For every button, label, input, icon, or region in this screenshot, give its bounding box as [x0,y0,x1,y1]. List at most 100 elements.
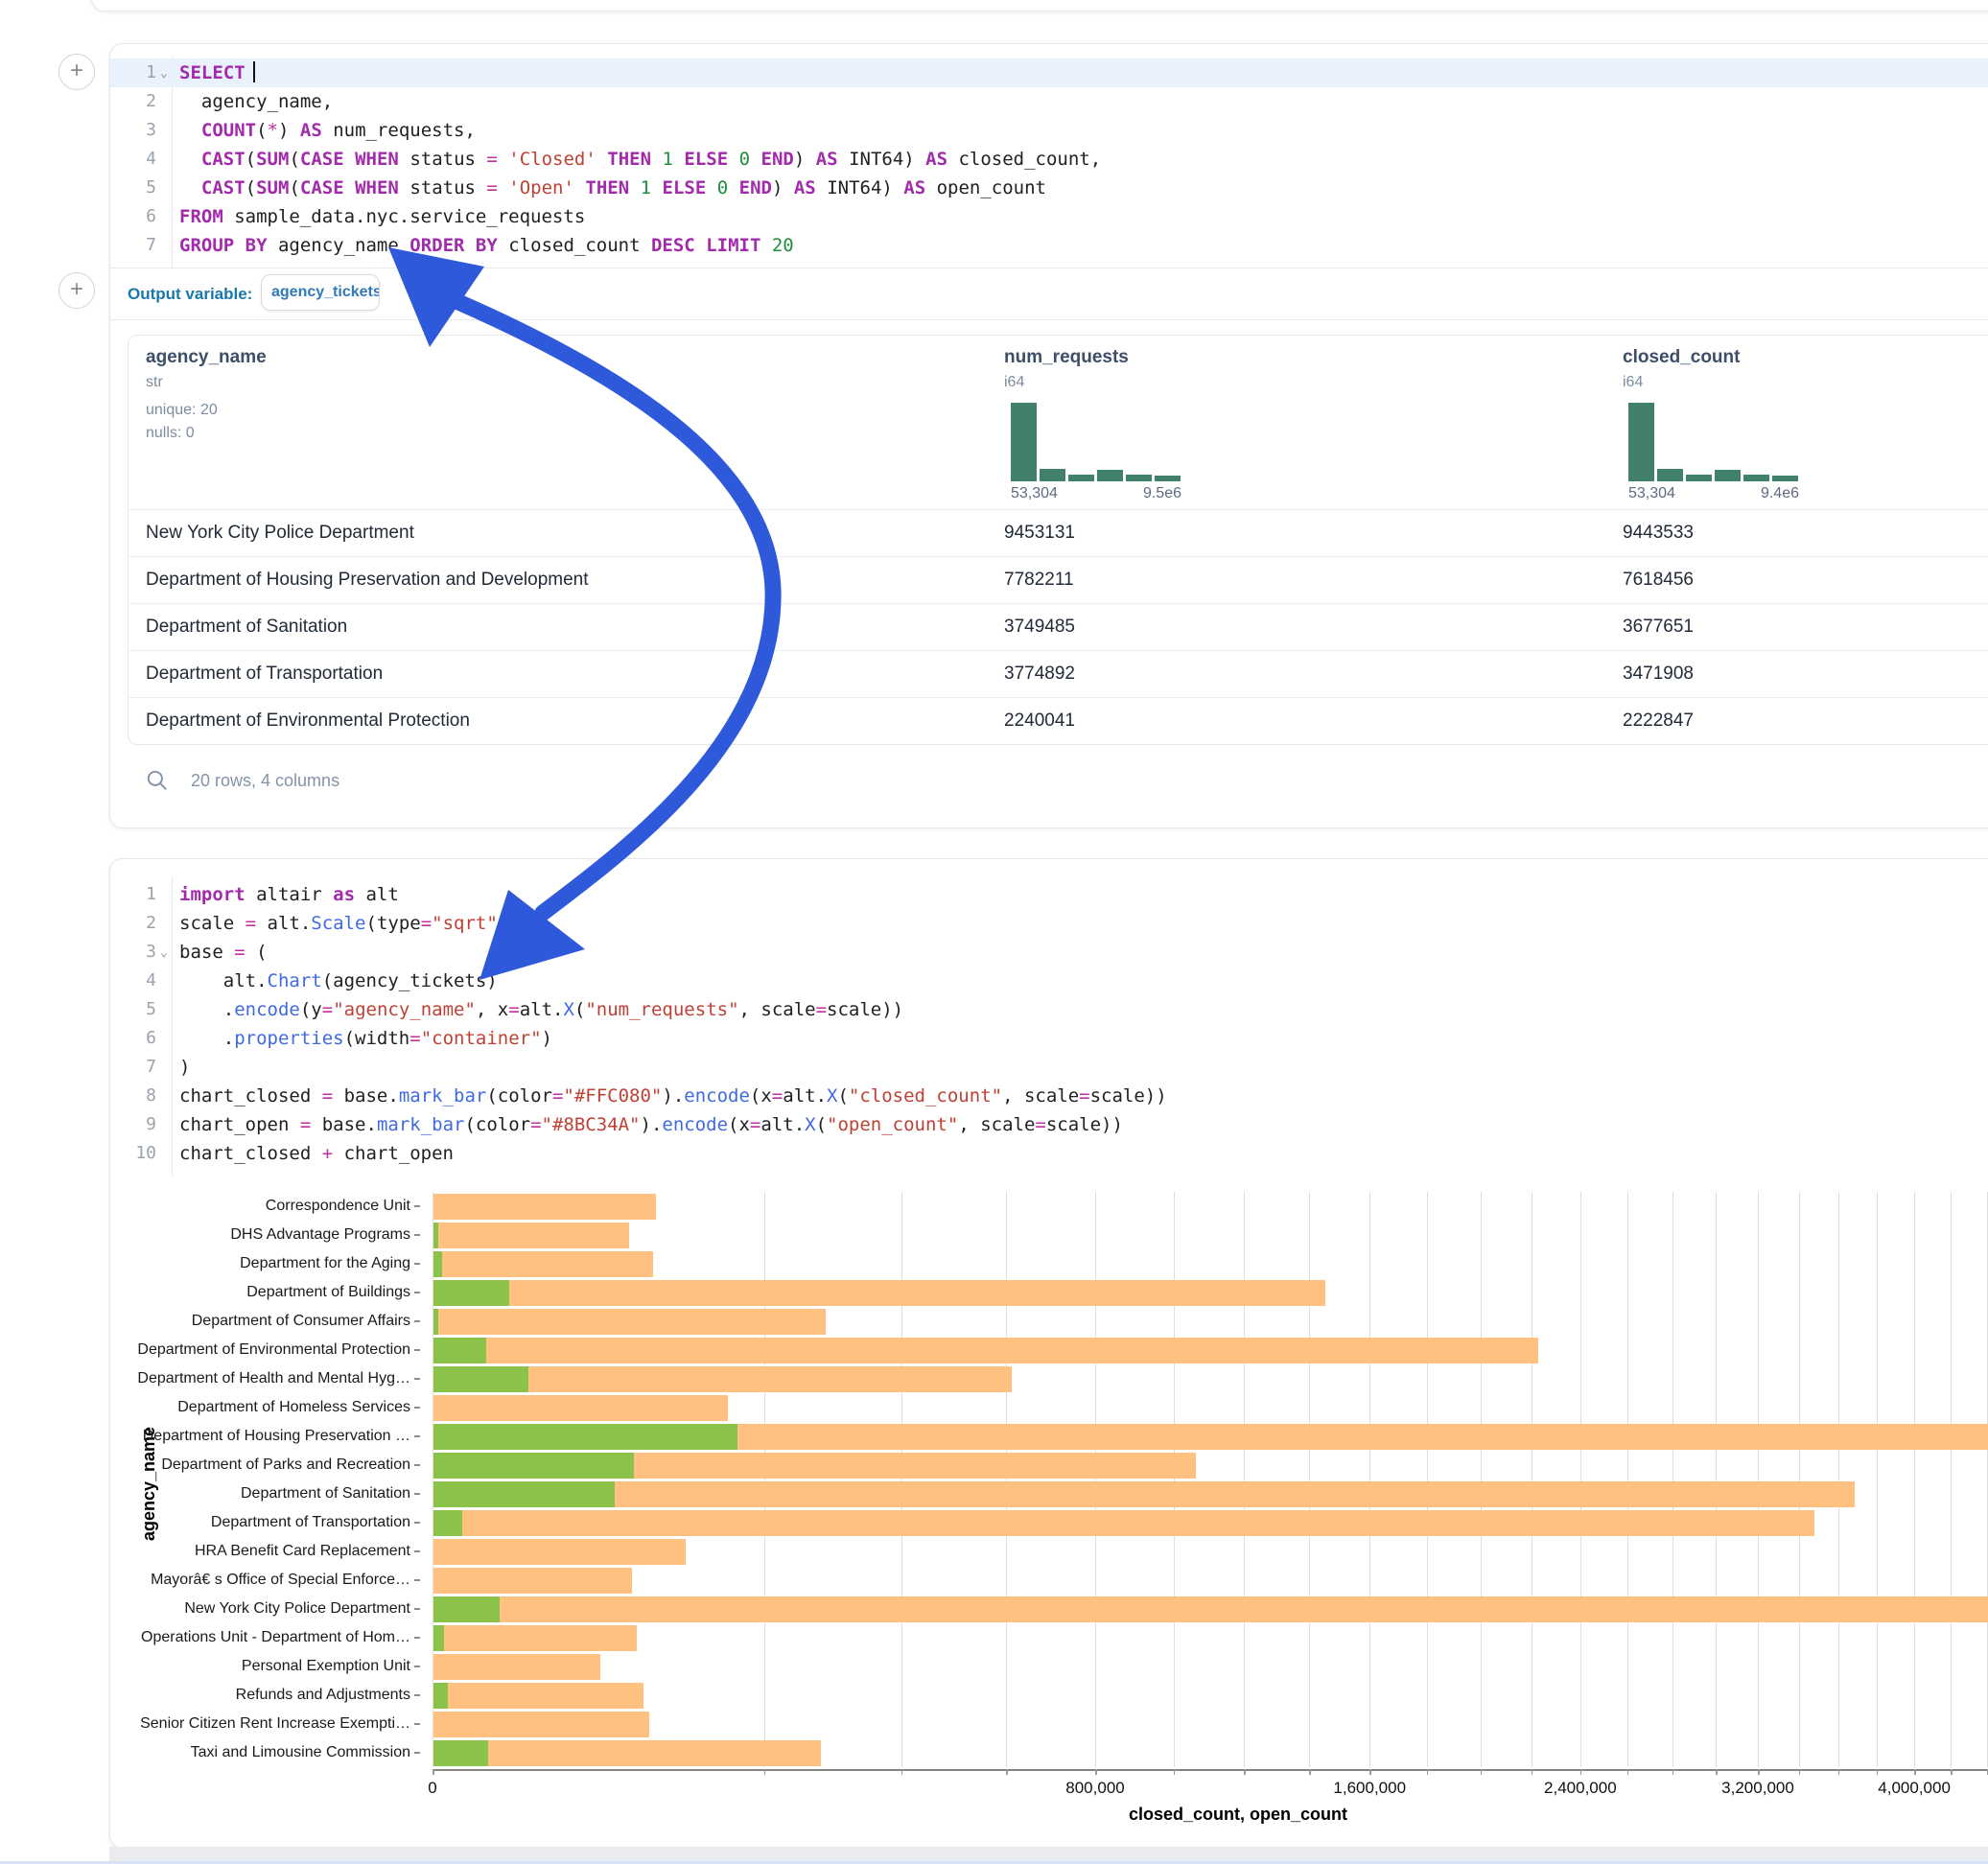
code-text[interactable]: GROUP BY agency_name ORDER BY closed_cou… [179,231,794,260]
x-axis-tick [1095,1769,1097,1775]
y-axis-label: Department of Sanitation [120,1480,420,1508]
closed_count-bar [433,1223,629,1248]
code-text[interactable]: ) [179,1053,190,1082]
closed_count-bar [433,1596,1988,1622]
y-axis-label: Department of Housing Preservation … [120,1422,420,1451]
python-line-2[interactable]: 2scale = alt.Scale(type="sqrt") [110,909,1988,938]
code-text[interactable]: .encode(y="agency_name", x=alt.X("num_re… [179,995,903,1024]
code-text[interactable]: .properties(width="container") [179,1024,552,1053]
y-axis-tick [414,1608,420,1610]
python-line-9[interactable]: 9chart_open = base.mark_bar(color="#8BC3… [110,1110,1988,1139]
x-axis-label: 1,600,000 [1333,1779,1406,1798]
python-line-4[interactable]: 4 alt.Chart(agency_tickets) [110,967,1988,995]
table-row[interactable]: Department of Sanitation37494853677651 [129,603,1988,651]
sql-line-5[interactable]: 5 CAST(SUM(CASE WHEN status = 'Open' THE… [110,174,1988,202]
x-axis-tick [1427,1769,1429,1775]
gridline [1369,1192,1370,1767]
python-line-1[interactable]: 1 import altair as alt [110,880,1988,909]
y-axis-label: Department of Parks and Recreation [120,1451,420,1480]
python-line-10[interactable]: 10 chart_closed + chart_open [110,1139,1988,1168]
x-axis-label: 4,000,000 [1878,1779,1951,1798]
sql-line-4[interactable]: 4 CAST(SUM(CASE WHEN status = 'Closed' T… [110,145,1988,174]
add-cell-button-middle[interactable]: + [58,272,95,309]
code-text[interactable]: import altair as alt [179,880,399,909]
code-text[interactable]: CAST(SUM(CASE WHEN status = 'Open' THEN … [179,174,1046,202]
code-text[interactable]: COUNT(*) AS num_requests, [179,116,476,145]
closed_count-bar [433,1338,1538,1363]
code-text[interactable]: FROM sample_data.nyc.service_requests [179,202,585,231]
closed_count-bar [433,1740,821,1766]
y-axis-tick [414,1752,420,1754]
x-axis-tick [1309,1769,1311,1775]
open_count-bar [433,1683,448,1709]
code-text[interactable]: CAST(SUM(CASE WHEN status = 'Closed' THE… [179,145,1101,174]
line-number: 10 [110,1139,156,1168]
y-axis-label: New York City Police Department [120,1595,420,1623]
table-row[interactable]: Department of Environmental Protection22… [129,697,1988,745]
code-text[interactable]: chart_closed + chart_open [179,1139,454,1168]
python-line-7[interactable]: 7) [110,1053,1988,1082]
code-text[interactable]: SELECT [179,58,255,87]
python-code-editor[interactable]: 1 import altair as alt2scale = alt.Scale(… [110,880,1988,1168]
fold-caret-icon[interactable]: ⌄ [160,59,168,88]
line-number: 1 [110,880,156,909]
code-text[interactable]: alt.Chart(agency_tickets) [179,967,498,995]
fold-caret-icon[interactable]: ⌄ [160,939,168,967]
gridline [1758,1192,1759,1767]
sql-line-1[interactable]: 1⌄ SELECT [110,58,1988,87]
line-number: 2 [110,87,156,116]
python-line-6[interactable]: 6 .properties(width="container") [110,1024,1988,1053]
column-header-num-requests[interactable]: num_requests [1004,347,1129,368]
histogram-bar [1040,469,1065,481]
x-axis-label: 800,000 [1065,1779,1124,1798]
column-header-agency-name[interactable]: agency_name [146,347,267,368]
python-line-8[interactable]: 8chart_closed = base.mark_bar(color="#FF… [110,1082,1988,1110]
table-row[interactable]: New York City Police Department945313194… [129,509,1988,557]
line-number: 4 [110,967,156,995]
python-line-5[interactable]: 5 .encode(y="agency_name", x=alt.X("num_… [110,995,1988,1024]
sql-code-editor[interactable]: 1⌄SELECT2 agency_name,3 COUNT(*) AS num_… [110,58,1988,260]
histogram-bar [1155,476,1181,481]
python-line-3[interactable]: 3⌄base = ( [110,938,1988,967]
x-axis-label: 0 [428,1779,436,1798]
sql-line-2[interactable]: 2 agency_name, [110,87,1988,116]
cell-agency-name: Department of Transportation [146,651,383,697]
x-axis-tick [1914,1769,1916,1775]
column-header-closed-count[interactable]: closed_count [1623,347,1740,368]
open_count-bar [433,1424,737,1450]
table-row[interactable]: Department of Housing Preservation and D… [129,556,1988,604]
x-axis-tick [1580,1769,1582,1775]
sql-line-3[interactable]: 3 COUNT(*) AS num_requests, [110,116,1988,145]
x-axis-tick [1532,1769,1533,1775]
code-text[interactable]: chart_open = base.mark_bar(color="#8BC34… [179,1110,1123,1139]
closed_count-bar [433,1712,649,1737]
sql-line-7[interactable]: 7GROUP BY agency_name ORDER BY closed_co… [110,231,1988,260]
y-axis-tick [414,1263,420,1265]
code-text[interactable]: base = ( [179,938,268,967]
gridline [1580,1192,1581,1767]
line-number: 7 [110,1053,156,1082]
code-text[interactable]: scale = alt.Scale(type="sqrt") [179,909,508,938]
closed_count-bar [433,1395,728,1421]
x-axis-tick [1672,1769,1674,1775]
x-axis-tick [1369,1769,1371,1775]
open_count-bar [433,1481,615,1507]
line-number: 1 [110,58,156,87]
cell-num-requests: 7782211 [1004,557,1074,603]
sql-line-6[interactable]: 6FROM sample_data.nyc.service_requests [110,202,1988,231]
table-row[interactable]: Department of Transportation377489234719… [129,650,1988,698]
cell-num-requests: 3749485 [1004,604,1075,650]
y-axis-label: Department of Consumer Affairs [120,1307,420,1336]
y-axis-tick [414,1579,420,1581]
y-axis-label: Department of Health and Mental Hyg… [120,1364,420,1393]
output-variable-input[interactable]: agency_tickets [261,274,380,311]
code-text[interactable]: chart_closed = base.mark_bar(color="#FFC… [179,1082,1167,1110]
y-axis-tick [414,1493,420,1495]
code-text[interactable]: agency_name, [179,87,333,116]
x-axis-label: 3,200,000 [1721,1779,1794,1798]
closed_count-bar [433,1453,1196,1479]
y-axis-tick [414,1320,420,1322]
add-cell-button-top[interactable]: + [58,54,95,90]
search-icon[interactable] [145,768,170,793]
cell-closed-count: 7618456 [1623,557,1694,603]
